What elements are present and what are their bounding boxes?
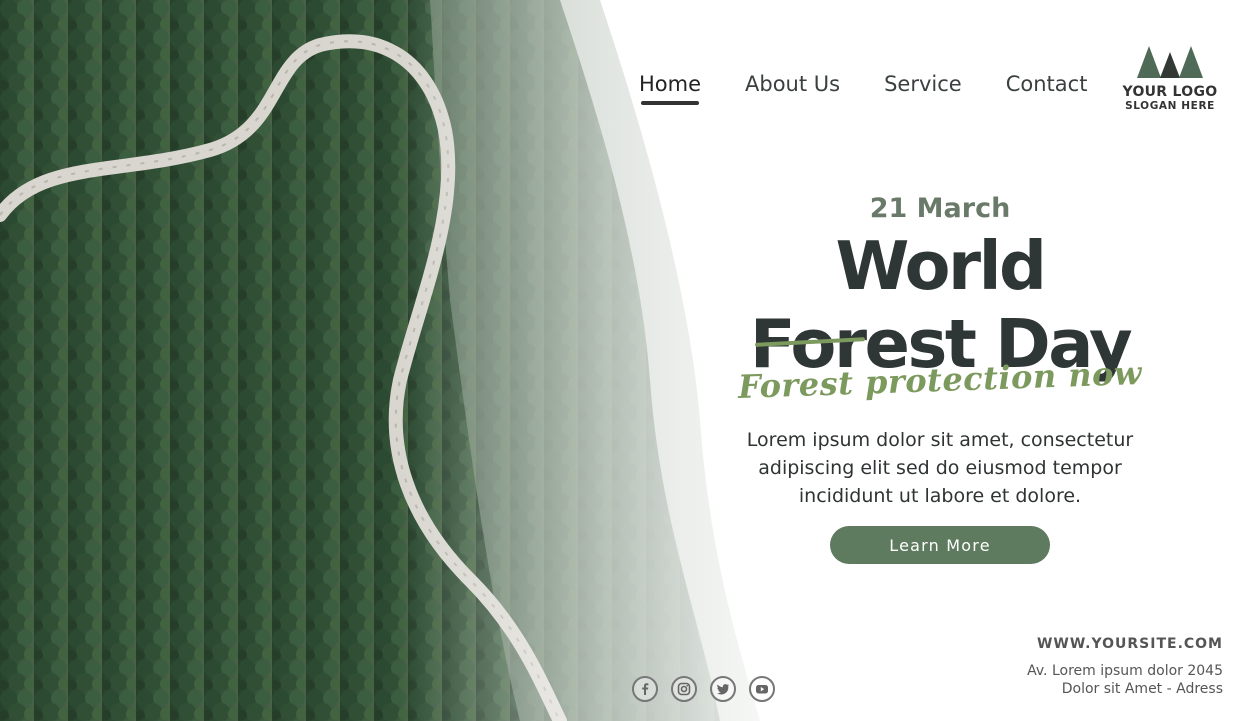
main-nav: Home About Us Service Contact [622, 72, 1088, 105]
logo-text: YOUR LOGO [1122, 84, 1218, 100]
pine-trees-icon [1137, 46, 1203, 78]
website-url: WWW.YOURSITE.COM [1036, 636, 1223, 652]
learn-more-label: Learn More [889, 535, 991, 555]
facebook-icon[interactable] [632, 676, 658, 702]
title-line-1: World [835, 227, 1047, 305]
hero-section: 21 March World Forest Day Forest protect… [735, 190, 1145, 564]
nav-about-us-label: About Us [745, 72, 841, 96]
address-block: Av. Lorem ipsum dolor 2045 Dolor sit Ame… [1027, 662, 1223, 698]
nav-home[interactable]: Home [639, 72, 702, 105]
nav-home-label: Home [639, 72, 702, 96]
nav-contact-label: Contact [1005, 72, 1088, 96]
nav-about-us[interactable]: About Us [745, 72, 840, 96]
title-line-2-wrapper: Forest Day Forest protection now [735, 306, 1145, 406]
event-date: 21 March [869, 193, 1011, 224]
youtube-icon[interactable] [749, 676, 775, 702]
brand-logo[interactable]: YOUR LOGO SLOGAN HERE [1120, 44, 1220, 112]
social-links [632, 676, 788, 702]
logo-slogan: SLOGAN HERE [1125, 100, 1215, 112]
instagram-icon[interactable] [671, 676, 697, 702]
nav-service[interactable]: Service [884, 72, 962, 96]
nav-service-label: Service [884, 72, 962, 96]
address-line-2: Dolor sit Amet - Adress [1061, 681, 1223, 697]
hero-description: Lorem ipsum dolor sit amet, consectetur … [746, 429, 1134, 507]
twitter-icon[interactable] [710, 676, 736, 702]
learn-more-button[interactable]: Learn More [830, 526, 1050, 564]
nav-contact[interactable]: Contact [1006, 72, 1088, 96]
address-line-1: Av. Lorem ipsum dolor 2045 [1027, 663, 1223, 679]
nav-active-indicator [641, 101, 700, 105]
